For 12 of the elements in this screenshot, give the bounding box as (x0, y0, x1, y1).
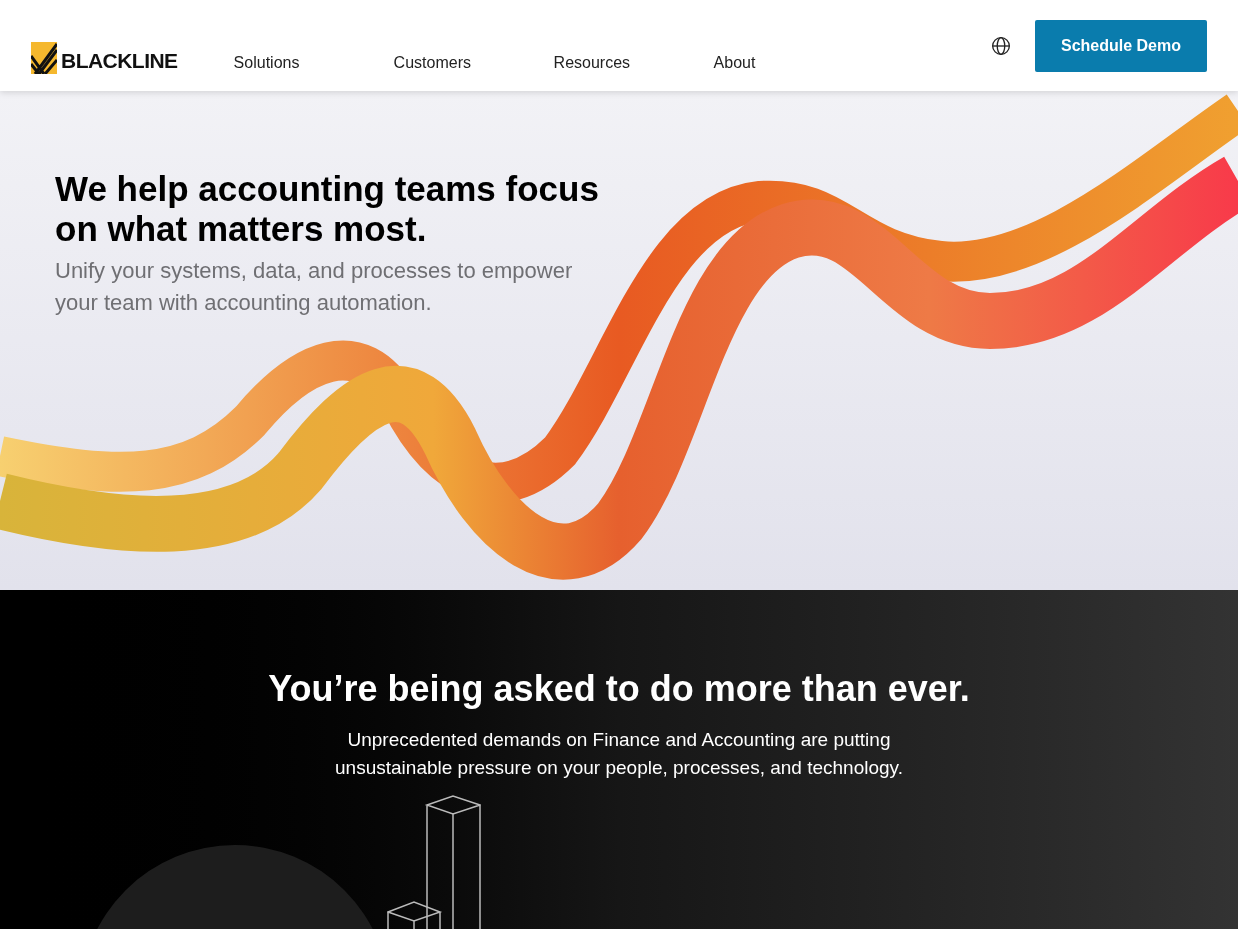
nav-link[interactable]: Customers (393, 51, 554, 75)
section-heading: You’re being asked to do more than ever. (268, 667, 970, 711)
schedule-demo-button[interactable]: Schedule Demo (1035, 20, 1207, 72)
logo-wordmark: BLACKLINE (61, 48, 178, 74)
section-body: Unprecedented demands on Finance and Accounting are putting unsustainable pressure on your people, processes, and technology. (334, 728, 904, 780)
hero-heading: We help accounting teams focus on what matters most. (55, 169, 600, 249)
nav-link[interactable]: Solutions (233, 51, 394, 75)
nav-link[interactable]: About (713, 51, 874, 75)
logo-icon (31, 41, 57, 74)
globe-icon[interactable] (991, 36, 1011, 56)
hero-subtitle: Unify your systems, data, and processes to empower your team with accounting automation. (55, 257, 574, 317)
nav-link[interactable]: Resources (553, 51, 714, 75)
